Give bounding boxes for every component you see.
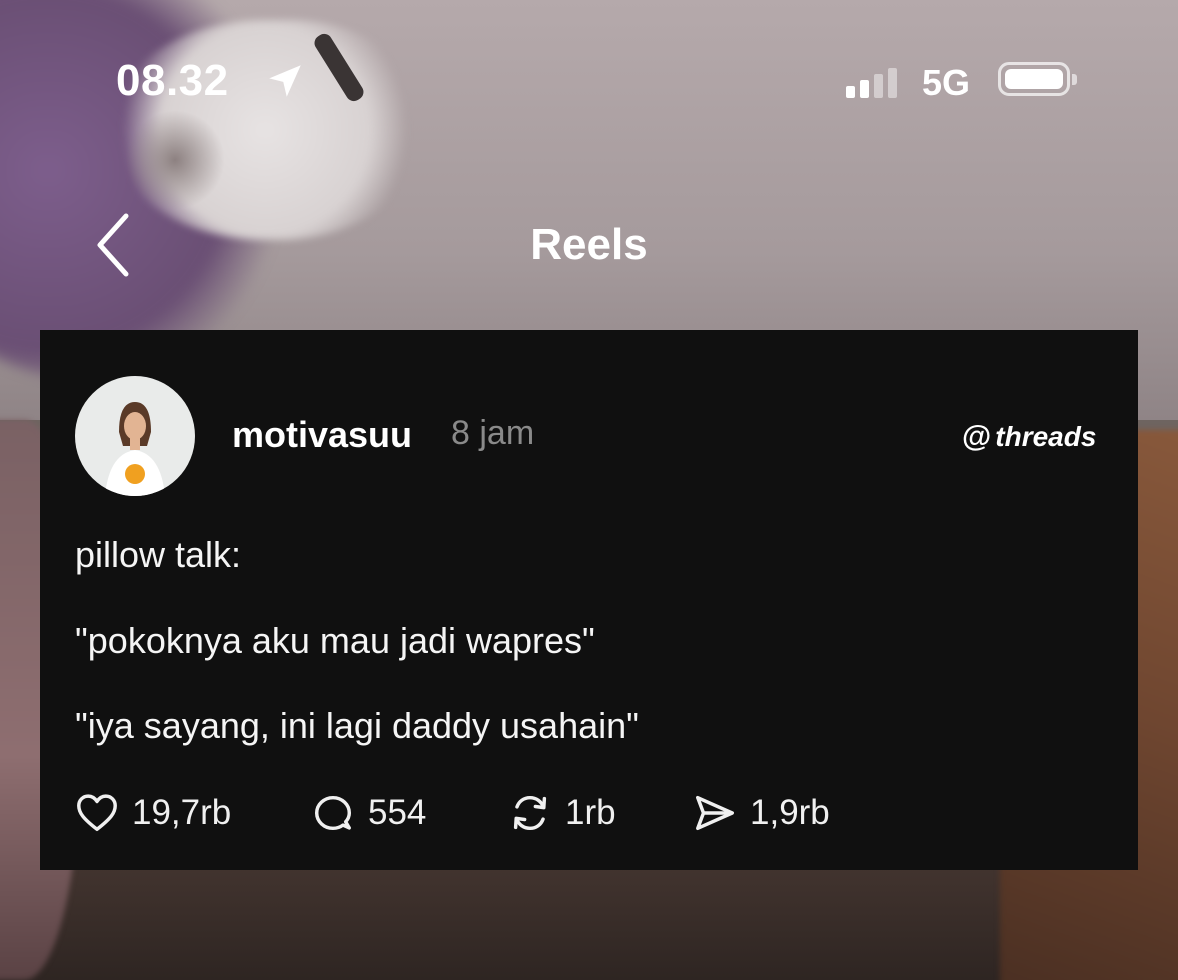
- avatar-illustration: [105, 402, 165, 496]
- send-icon: [696, 795, 734, 831]
- avatar[interactable]: [75, 376, 195, 496]
- status-time: 08.32: [116, 56, 229, 105]
- network-type: 5G: [922, 62, 971, 103]
- post-username[interactable]: motivasuu: [232, 414, 412, 456]
- post-time: 8 jam: [451, 414, 535, 452]
- share-button[interactable]: 1,9rb: [692, 790, 830, 836]
- repost-button[interactable]: 1rb: [507, 790, 616, 836]
- page-title: Reels: [530, 220, 648, 269]
- threads-post-card[interactable]: motivasuu 8 jam @ threads pillow talk: "…: [40, 330, 1138, 870]
- heart-icon: [77, 794, 117, 832]
- status-bar: 08.32 5G: [0, 50, 1178, 114]
- threads-icon: @: [962, 420, 992, 453]
- post-line: pillow talk:: [75, 534, 242, 575]
- battery-icon: [998, 62, 1077, 96]
- threads-wordmark: threads: [995, 421, 1097, 452]
- repost-count: 1rb: [565, 793, 616, 832]
- repost-icon: [513, 795, 547, 831]
- comment-button[interactable]: 554: [310, 790, 426, 836]
- comment-count: 554: [368, 793, 427, 832]
- post-line: "iya sayang, ini lagi daddy usahain": [75, 705, 639, 746]
- comment-icon: [314, 795, 352, 831]
- like-button[interactable]: 19,7rb: [74, 790, 231, 836]
- bg-outlet-hole: [125, 110, 225, 210]
- location-arrow-icon: [269, 65, 301, 97]
- post-line: "pokoknya aku mau jadi wapres": [75, 620, 595, 661]
- threads-logo: @ threads: [962, 420, 1096, 454]
- like-count: 19,7rb: [132, 793, 232, 832]
- signal-icon: [846, 62, 897, 98]
- share-count: 1,9rb: [750, 793, 830, 832]
